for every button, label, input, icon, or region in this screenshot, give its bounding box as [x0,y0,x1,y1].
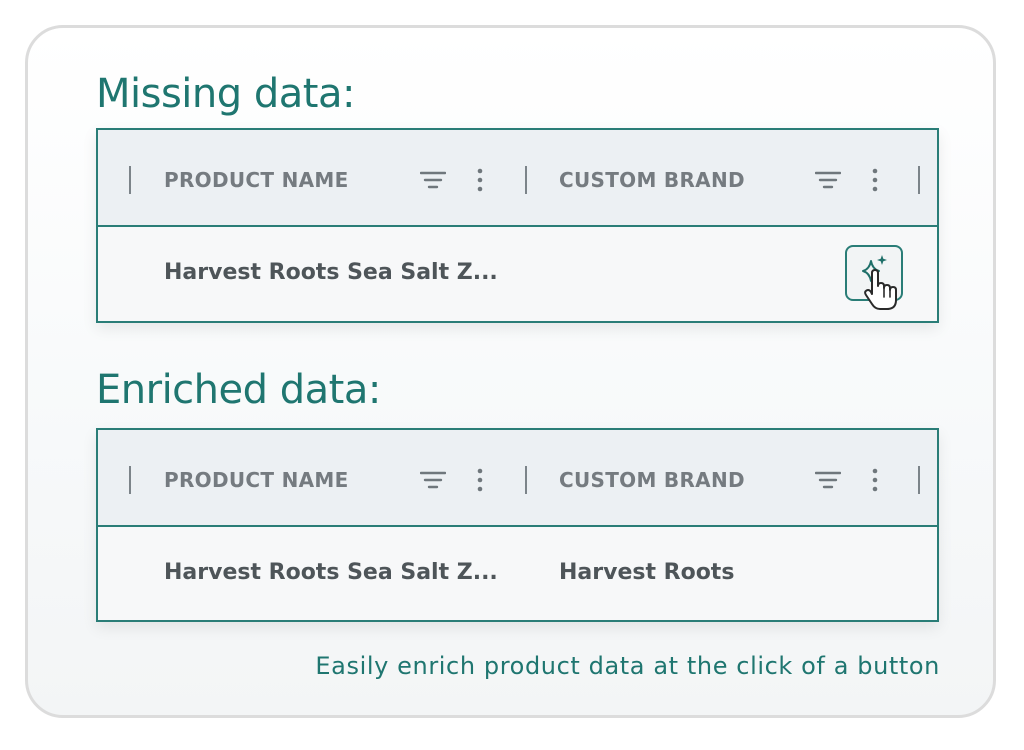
cell-product-name: Harvest Roots Sea Salt Z... [164,560,498,585]
enrich-button[interactable] [845,245,903,310]
column-separator[interactable] [918,166,920,194]
filter-icon[interactable] [815,468,841,492]
missing-data-grid: PRODUCT NAME CUSTOM BRAND Harvest Roots … [96,128,939,323]
column-header-custom-brand[interactable]: CUSTOM BRAND [559,468,745,492]
column-header-custom-brand[interactable]: CUSTOM BRAND [559,168,745,192]
more-vertical-icon[interactable] [869,168,881,192]
column-separator[interactable] [918,466,920,494]
filter-icon[interactable] [815,168,841,192]
table-row[interactable]: Harvest Roots Sea Salt Z... Harvest Root… [98,527,937,621]
more-vertical-icon[interactable] [474,468,486,492]
grid-header: PRODUCT NAME CUSTOM BRAND [98,430,937,527]
cell-product-name: Harvest Roots Sea Salt Z... [164,260,498,285]
section-title-enriched: Enriched data: [96,367,381,413]
more-vertical-icon[interactable] [869,468,881,492]
grid-header: PRODUCT NAME CUSTOM BRAND [98,130,937,227]
column-separator[interactable] [129,166,131,194]
column-header-product-name[interactable]: PRODUCT NAME [164,168,349,192]
section-title-missing: Missing data: [96,71,355,117]
caption: Easily enrich product data at the click … [315,652,940,680]
filter-icon[interactable] [420,468,446,492]
column-separator[interactable] [129,466,131,494]
enriched-data-grid: PRODUCT NAME CUSTOM BRAND Harvest Roots … [96,428,939,622]
filter-icon[interactable] [420,168,446,192]
table-row[interactable]: Harvest Roots Sea Salt Z... [98,227,937,321]
more-vertical-icon[interactable] [474,168,486,192]
column-separator[interactable] [525,166,527,194]
cell-custom-brand[interactable]: Harvest Roots [559,560,734,586]
column-separator[interactable] [525,466,527,494]
column-header-product-name[interactable]: PRODUCT NAME [164,468,349,492]
hand-pointer-icon [864,269,897,310]
